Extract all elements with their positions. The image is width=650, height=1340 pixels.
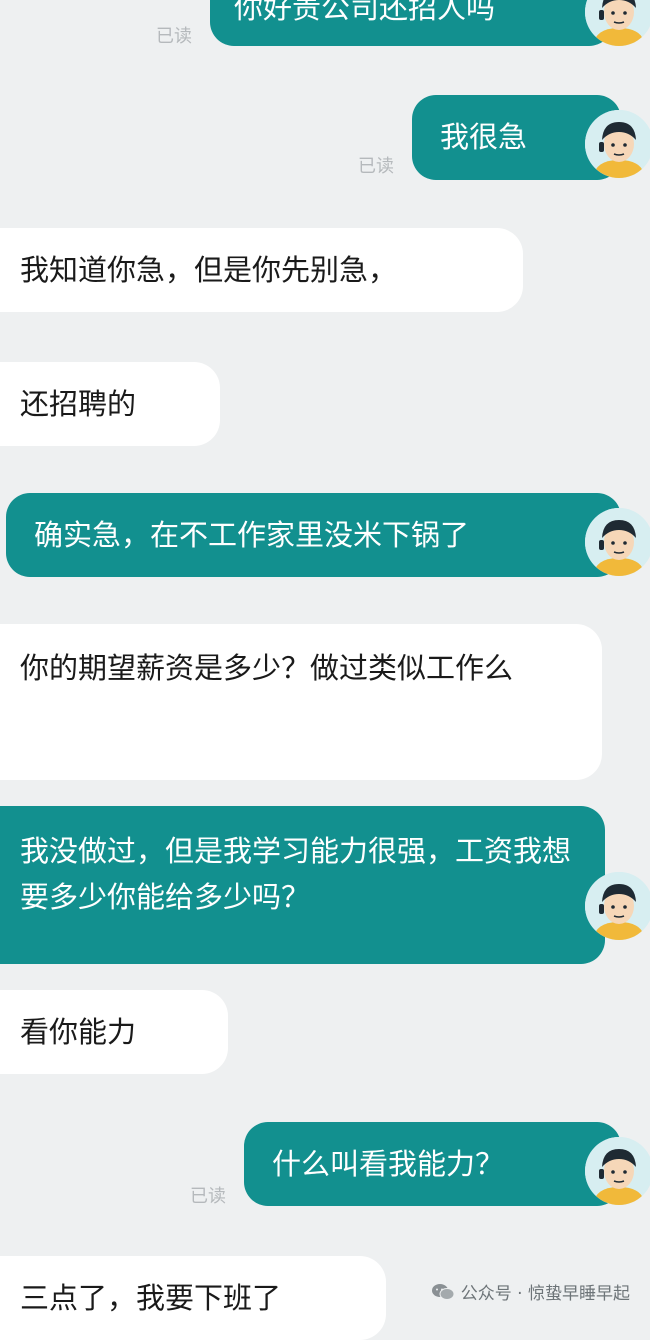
incoming-message-bubble[interactable]: 三点了，我要下班了: [0, 1256, 386, 1340]
message-text: 我知道你急，但是你先别急，: [20, 253, 398, 287]
outgoing-message-bubble[interactable]: 什么叫看我能力？: [244, 1122, 621, 1206]
avatar-icon: [585, 508, 650, 576]
read-receipt: 已读: [190, 1186, 226, 1207]
message-text: 什么叫看我能力？: [272, 1147, 505, 1181]
avatar-icon: [585, 872, 650, 940]
user-avatar[interactable]: [585, 508, 650, 576]
watermark-text: 公众号 · 惊蛰早睡早起: [460, 1284, 630, 1304]
avatar-icon: [585, 1137, 650, 1205]
incoming-message-bubble[interactable]: 我知道你急，但是你先别急，: [0, 228, 523, 312]
read-receipt: 已读: [156, 26, 192, 47]
outgoing-message-bubble[interactable]: 你好贵公司还招人吗: [210, 0, 613, 46]
incoming-message-bubble[interactable]: 还招聘的: [0, 362, 220, 446]
incoming-message-bubble[interactable]: 看你能力: [0, 990, 228, 1074]
outgoing-message-bubble[interactable]: 确实急，在不工作家里没米下锅了: [6, 493, 621, 577]
outgoing-message-bubble[interactable]: 我没做过，但是我学习能力很强，工资我想要多少你能给多少吗？: [0, 806, 605, 964]
user-avatar[interactable]: [585, 872, 650, 940]
message-text: 确实急，在不工作家里没米下锅了: [34, 518, 470, 552]
user-avatar[interactable]: [585, 110, 650, 178]
incoming-message-bubble[interactable]: 你的期望薪资是多少？做过类似工作么: [0, 624, 602, 780]
read-receipt: 已读: [358, 156, 394, 177]
watermark: 公众号 · 惊蛰早睡早起: [431, 1279, 630, 1304]
message-text: 你好贵公司还招人吗: [234, 0, 496, 25]
wechat-icon: [431, 1283, 455, 1300]
message-text: 我很急: [440, 120, 528, 154]
message-text: 你的期望薪资是多少？做过类似工作么: [20, 651, 514, 685]
message-text: 看你能力: [20, 1015, 137, 1049]
avatar-icon: [585, 110, 650, 178]
message-text: 三点了，我要下班了: [20, 1281, 282, 1315]
user-avatar[interactable]: [585, 1137, 650, 1205]
message-text: 还招聘的: [20, 387, 137, 421]
message-text: 我没做过，但是我学习能力很强，工资我想要多少你能给多少吗？: [20, 834, 572, 914]
